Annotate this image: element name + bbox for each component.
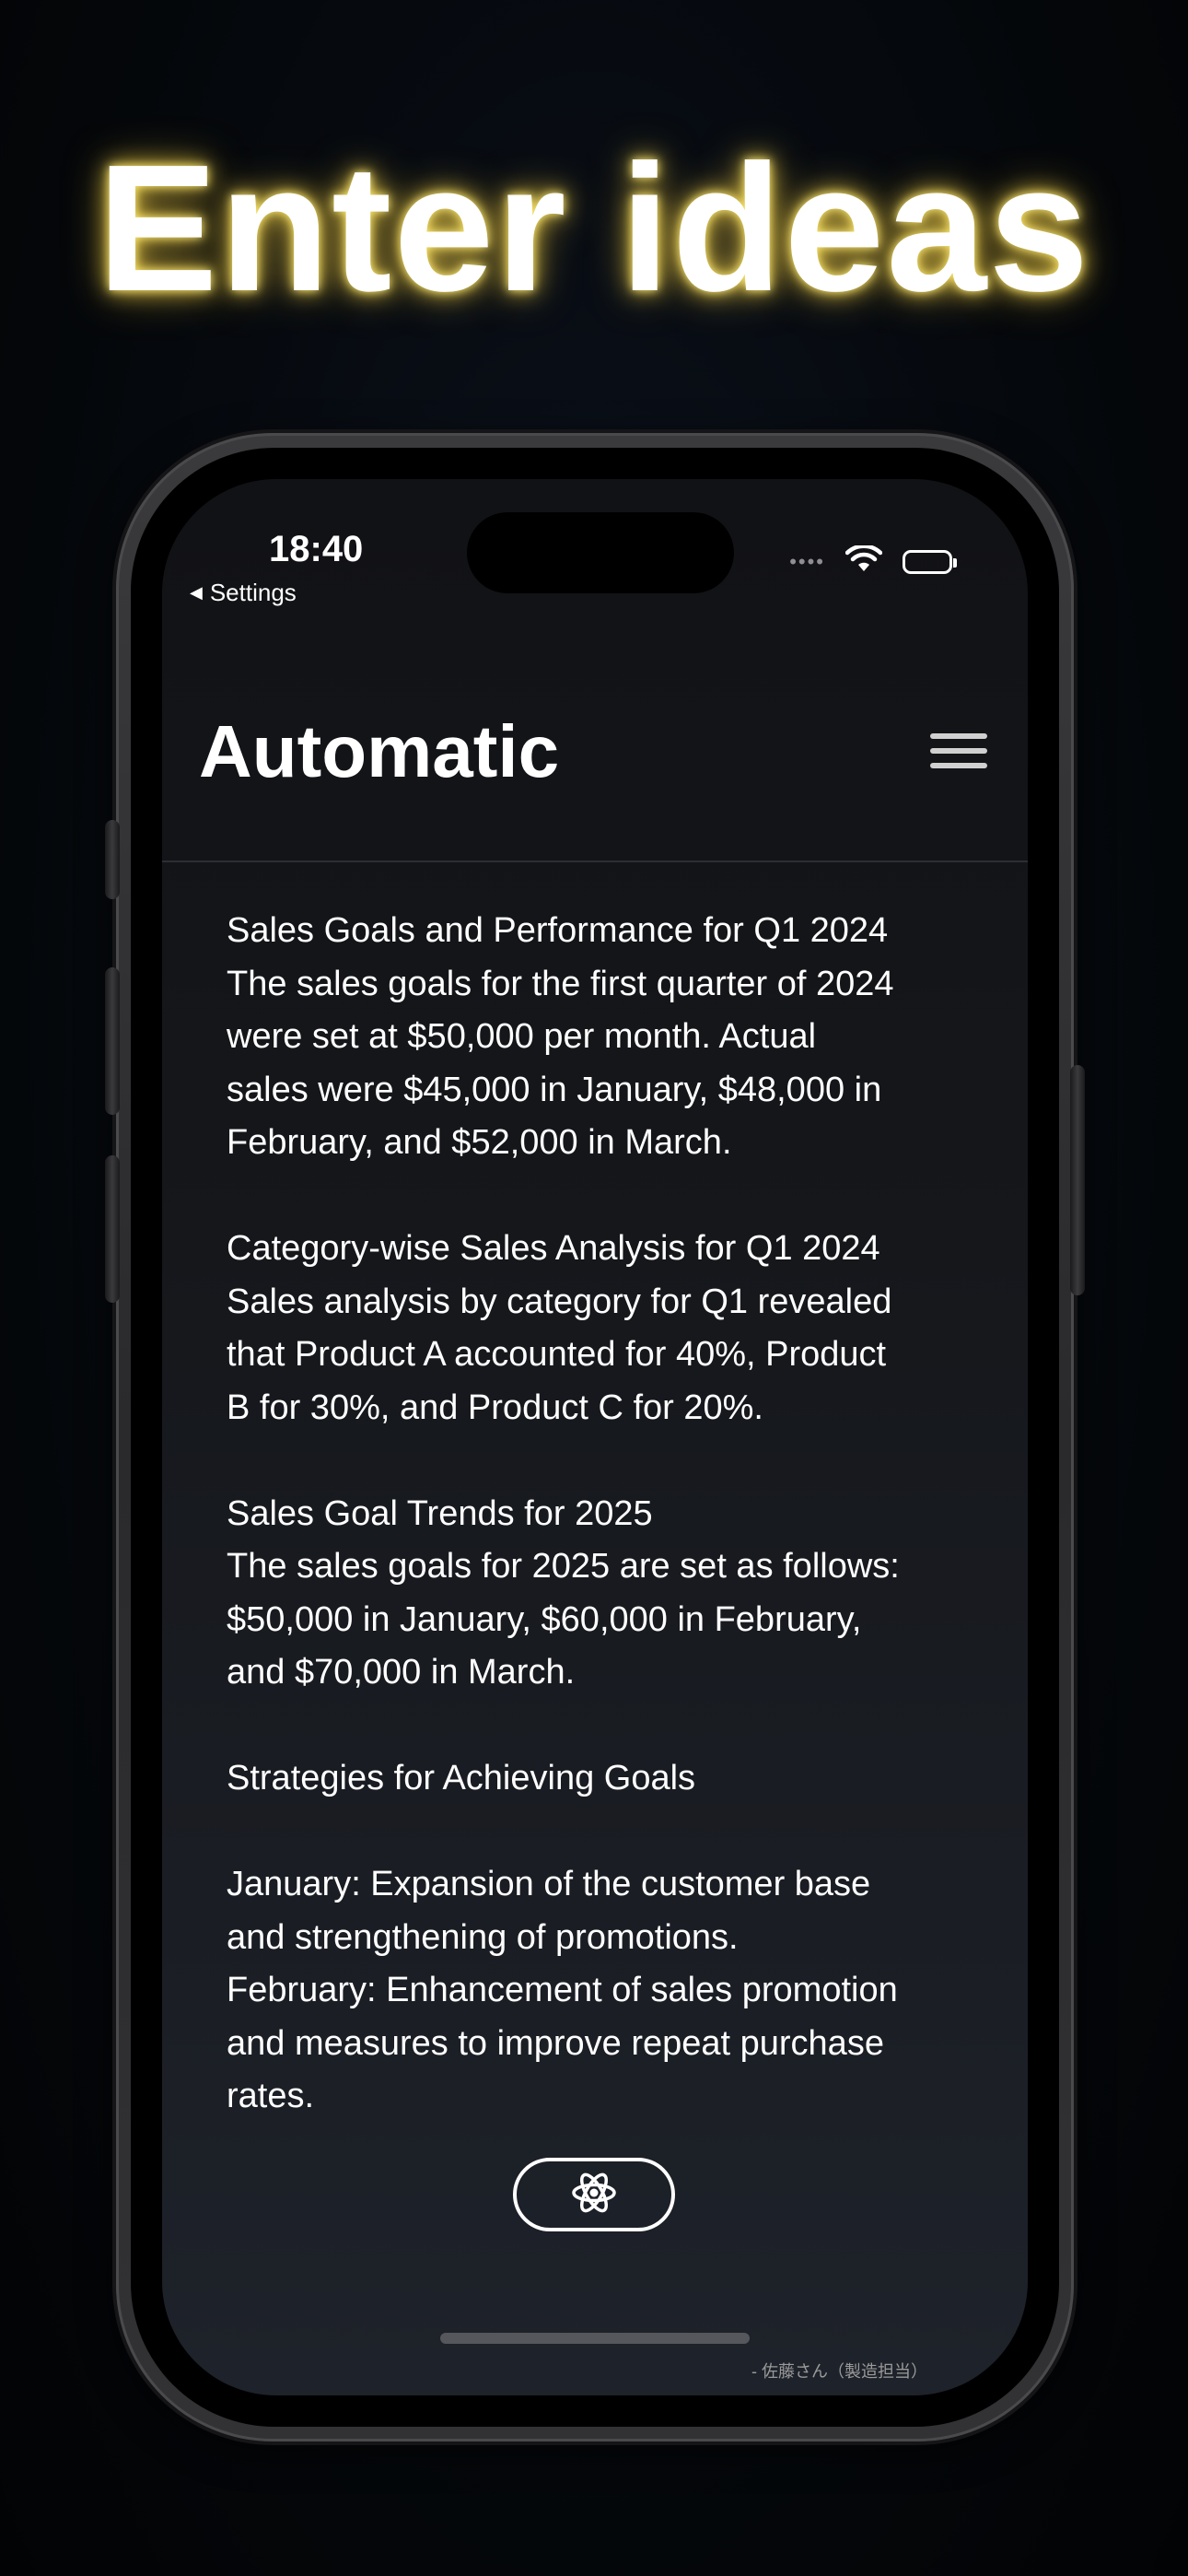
editor-line: Strategies for Achieving Goals — [227, 1759, 696, 1797]
signal-dots-icon: •••• — [789, 549, 825, 573]
marketing-headline: Enter ideas — [97, 127, 1091, 329]
status-time: 18:40 — [269, 529, 364, 569]
editor-line: March: Performance analysis and final pu… — [227, 2124, 963, 2133]
note-text-editor[interactable]: Sales Goals and Performance for Q1 2024 T… — [227, 905, 963, 2132]
editor-line: Category-wise Sales Analysis for Q1 2024 — [227, 1229, 880, 1268]
editor-line: Sales Goal Trends for 2025 — [227, 1493, 653, 1533]
wifi-icon — [844, 544, 883, 578]
editor-line: January: Expansion of the customer base — [227, 1865, 871, 1903]
editor-line: B for 30%, and Product C for 20%. — [227, 1388, 763, 1427]
atom-icon — [569, 2168, 619, 2222]
home-indicator[interactable] — [440, 2333, 750, 2344]
volume-up-button — [105, 967, 120, 1115]
background-peek-text: - 佐藤さん（製造担当） — [751, 2362, 927, 2381]
volume-down-button — [105, 1155, 120, 1303]
action-button — [105, 820, 120, 899]
status-indicators: •••• — [789, 544, 957, 578]
editor-line: The sales goals for the first quarter of… — [227, 964, 894, 1003]
editor-line: The sales goals for 2025 are set as foll… — [227, 1547, 900, 1586]
back-label: Settings — [209, 579, 297, 606]
app-screen: 18:40 ◀ Settings •••• Automatic Sales Go… — [162, 479, 1028, 2395]
editor-line: rates. — [227, 2077, 315, 2115]
editor-line: $50,000 in January, $60,000 in February, — [227, 1599, 862, 1639]
editor-line: and measures to improve repeat purchase — [227, 2023, 884, 2063]
page-title: Automatic — [199, 710, 560, 792]
editor-line: were set at $50,000 per month. Actual — [227, 1017, 817, 1056]
phone-frame: 18:40 ◀ Settings •••• Automatic Sales Go… — [105, 433, 1085, 2441]
ai-generate-button[interactable] — [513, 2158, 675, 2231]
dynamic-island — [467, 512, 734, 593]
back-triangle-icon: ◀ — [190, 583, 203, 602]
editor-line: that Product A accounted for 40%, Produc… — [227, 1335, 887, 1374]
editor-line: Sales analysis by category for Q1 reveal… — [227, 1282, 892, 1321]
battery-icon — [903, 549, 957, 574]
editor-line: Sales Goals and Performance for Q1 2024 — [227, 911, 889, 950]
editor-line: and $70,000 in March. — [227, 1653, 576, 1692]
marketing-canvas: Enter ideas 18:40 ◀ Settings •••• Automa… — [0, 0, 1188, 2576]
editor-line: February: Enhancement of sales promotion — [227, 1971, 898, 2009]
hamburger-menu-icon[interactable] — [930, 728, 987, 774]
back-to-settings-link[interactable]: ◀ Settings — [190, 579, 297, 607]
editor-line: and strengthening of promotions. — [227, 1917, 739, 1957]
power-button — [1070, 1065, 1085, 1295]
editor-line: February, and $52,000 in March. — [227, 1123, 732, 1162]
editor-line: sales were $45,000 in January, $48,000 i… — [227, 1070, 882, 1109]
nav-divider — [162, 861, 1028, 862]
